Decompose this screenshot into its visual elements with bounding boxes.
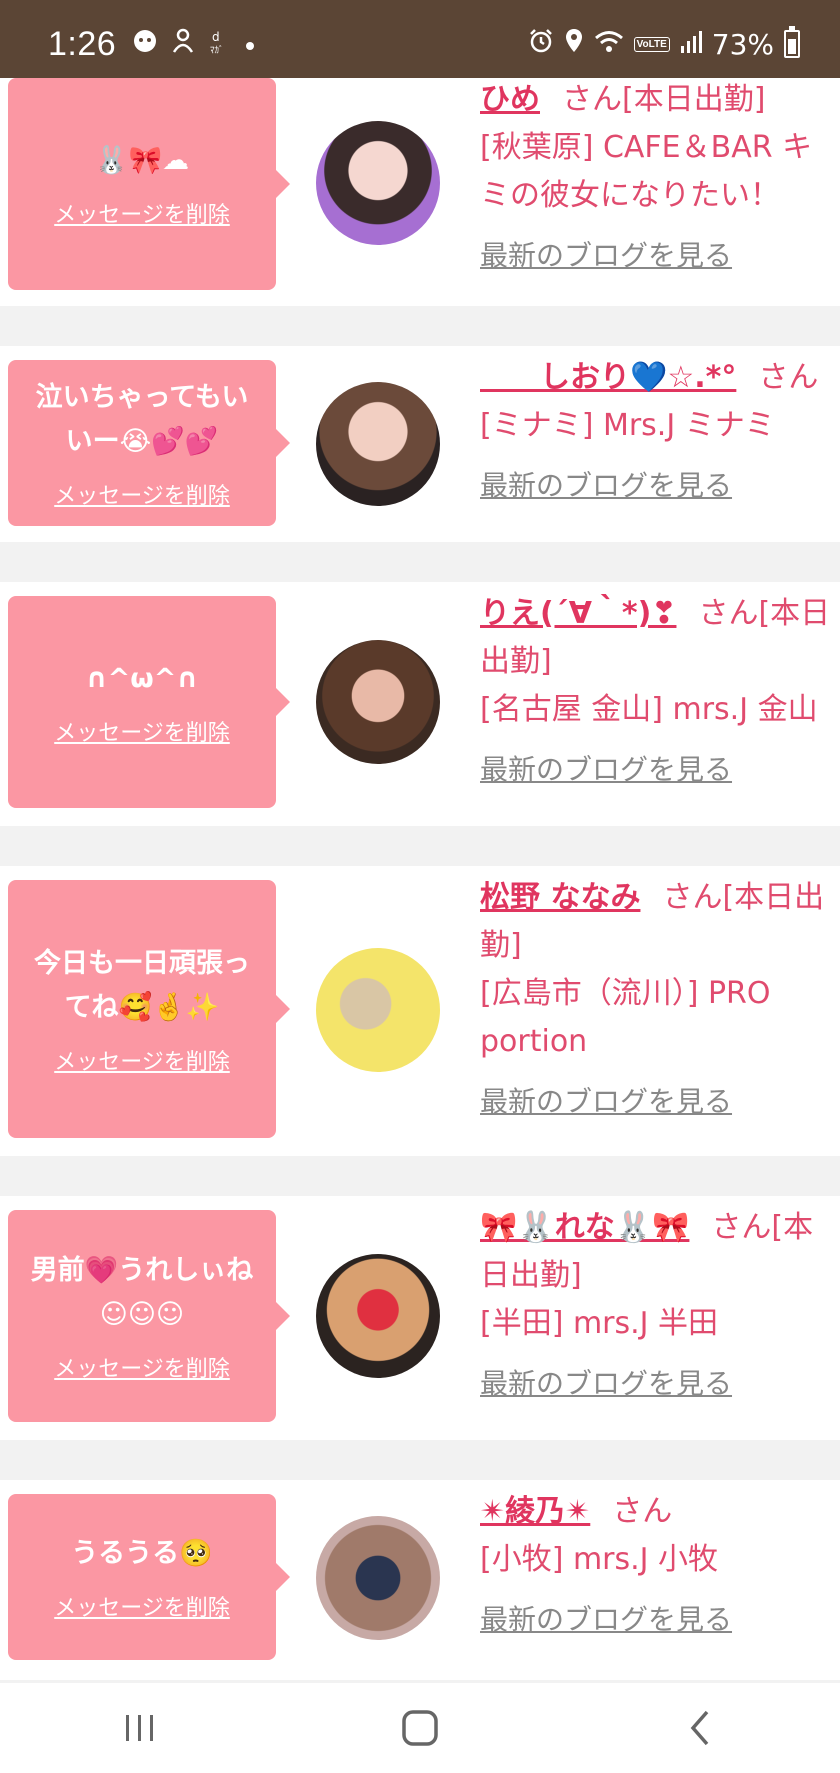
recent-apps-button[interactable] xyxy=(100,1698,180,1758)
delete-message-link[interactable]: メッセージを削除 xyxy=(54,1351,230,1383)
message-text: 男前💗うれしぃね☺☺☺ xyxy=(30,1255,254,1330)
home-icon xyxy=(402,1710,438,1746)
status-right: VoLTE 73% xyxy=(528,26,800,61)
svg-text:ﾏｶﾞ: ﾏｶﾞ xyxy=(210,45,224,55)
message-list: 🐰🎀☁ メッセージを削除 ひめ さん[本日出勤] [秋葉原] CAFE＆BAR キ… xyxy=(0,78,840,1720)
blog-link[interactable]: 最新のブログを見る xyxy=(480,1596,840,1644)
location-icon xyxy=(564,28,584,61)
message-bubble: 今日も一日頑張ってね🥰🤞✨ メッセージを削除 xyxy=(8,880,290,1138)
back-button[interactable] xyxy=(660,1698,740,1758)
dmagazine-icon: d ﾏｶﾞ xyxy=(208,27,230,62)
list-item: ∩^ω^∩ メッセージを削除 りえ(´∀｀*)❣ さん[本日出勤] [名古屋 金山… xyxy=(0,582,840,826)
cast-name-link[interactable]: りえ(´∀｀*)❣ xyxy=(480,596,676,631)
message-text: 🐰🎀☁ xyxy=(94,145,190,176)
dot-icon xyxy=(244,29,256,59)
avatar[interactable] xyxy=(316,1516,440,1640)
cast-name-link[interactable]: ひめ xyxy=(480,82,540,117)
cast-info: ✴綾乃✴ さん [小牧] mrs.J 小牧 最新のブログを見る xyxy=(480,1488,840,1644)
shop-name: [半田] mrs.J 半田 xyxy=(480,1306,719,1341)
clock: 1:26 xyxy=(48,24,117,63)
alarm-icon xyxy=(528,28,554,61)
home-button[interactable] xyxy=(380,1698,460,1758)
message-bubble: 男前💗うれしぃね☺☺☺ メッセージを削除 xyxy=(8,1210,290,1422)
list-item: 今日も一日頑張ってね🥰🤞✨ メッセージを削除 松野 ななみ さん[本日出勤] [広… xyxy=(0,866,840,1156)
message-text: 泣いちゃってもいいー😭💕💕 xyxy=(35,382,249,457)
blog-link[interactable]: 最新のブログを見る xyxy=(480,462,840,510)
message-bubble: 🐰🎀☁ メッセージを削除 xyxy=(8,78,290,290)
cast-suffix: さん xyxy=(758,360,819,395)
list-item: 男前💗うれしぃね☺☺☺ メッセージを削除 🎀🐰れな🐰🎀 さん[本日出勤] [半田]… xyxy=(0,1196,840,1440)
chat-app-icon xyxy=(132,28,158,61)
cast-info: ひめ さん[本日出勤] [秋葉原] CAFE＆BAR キミの彼女になりたい！ 最新… xyxy=(480,76,840,280)
cast-info: りえ(´∀｀*)❣ さん[本日出勤] [名古屋 金山] mrs.J 金山 最新のブ… xyxy=(480,590,840,794)
message-text: うるうる🥺 xyxy=(71,1538,213,1569)
message-bubble: 泣いちゃってもいいー😭💕💕 メッセージを削除 xyxy=(8,360,290,526)
person-icon xyxy=(172,28,194,61)
cast-info: しおり💙☆.*° さん [ミナミ] Mrs.J ミナミ 最新のブログを見る xyxy=(480,354,840,510)
cast-name-link[interactable]: ✴綾乃✴ xyxy=(480,1494,590,1529)
navigation-bar xyxy=(0,1683,840,1773)
shop-name: [ミナミ] Mrs.J ミナミ xyxy=(480,408,775,443)
blog-link[interactable]: 最新のブログを見る xyxy=(480,232,840,280)
avatar[interactable] xyxy=(316,382,440,506)
cast-name-link[interactable]: しおり💙☆.*° xyxy=(480,360,736,395)
cast-name-link[interactable]: 🎀🐰れな🐰🎀 xyxy=(480,1210,689,1245)
delete-message-link[interactable]: メッセージを削除 xyxy=(54,197,230,229)
avatar[interactable] xyxy=(316,121,440,245)
avatar[interactable] xyxy=(316,1254,440,1378)
list-item: 🐰🎀☁ メッセージを削除 ひめ さん[本日出勤] [秋葉原] CAFE＆BAR キ… xyxy=(0,78,840,306)
avatar[interactable] xyxy=(316,640,440,764)
wifi-icon xyxy=(594,28,624,61)
blog-link[interactable]: 最新のブログを見る xyxy=(480,746,840,794)
message-bubble: ∩^ω^∩ メッセージを削除 xyxy=(8,596,290,808)
shop-name: [名古屋 金山] mrs.J 金山 xyxy=(480,692,818,727)
message-text: 今日も一日頑張ってね🥰🤞✨ xyxy=(34,948,250,1023)
recent-apps-icon xyxy=(126,1715,153,1741)
signal-icon xyxy=(680,28,702,61)
cast-suffix: さん[本日出勤] xyxy=(562,82,766,117)
shop-name: [秋葉原] CAFE＆BAR キミの彼女になりたい！ xyxy=(480,130,813,213)
delete-message-link[interactable]: メッセージを削除 xyxy=(54,1590,230,1622)
shop-name: [広島市（流川）] PRO portion xyxy=(480,976,771,1059)
list-item: うるうる🥺 メッセージを削除 ✴綾乃✴ さん [小牧] mrs.J 小牧 最新のブ… xyxy=(0,1480,840,1680)
blog-link[interactable]: 最新のブログを見る xyxy=(480,1360,840,1408)
svg-text:d: d xyxy=(212,30,220,44)
cast-info: 🎀🐰れな🐰🎀 さん[本日出勤] [半田] mrs.J 半田 最新のブログを見る xyxy=(480,1204,840,1408)
cast-suffix: さん xyxy=(612,1494,673,1529)
message-text: ∩^ω^∩ xyxy=(85,663,199,694)
list-item: 泣いちゃってもいいー😭💕💕 メッセージを削除 しおり💙☆.*° さん [ミナミ] … xyxy=(0,346,840,542)
avatar[interactable] xyxy=(316,948,440,1072)
blog-link[interactable]: 最新のブログを見る xyxy=(480,1078,840,1126)
cast-name-link[interactable]: 松野 ななみ xyxy=(480,880,640,915)
delete-message-link[interactable]: メッセージを削除 xyxy=(54,478,230,510)
back-icon xyxy=(690,1710,709,1746)
volte-badge: VoLTE xyxy=(633,36,670,52)
notification-icons: d ﾏｶﾞ xyxy=(132,27,256,62)
shop-name: [小牧] mrs.J 小牧 xyxy=(480,1542,719,1577)
delete-message-link[interactable]: メッセージを削除 xyxy=(54,1044,230,1076)
status-bar: 1:26 d ﾏｶﾞ VoLTE 73% xyxy=(0,0,840,88)
battery-percent: 73% xyxy=(711,27,774,61)
battery-icon xyxy=(784,26,800,58)
message-bubble: うるうる🥺 メッセージを削除 xyxy=(8,1494,290,1660)
cast-info: 松野 ななみ さん[本日出勤] [広島市（流川）] PRO portion 最新の… xyxy=(480,874,840,1126)
delete-message-link[interactable]: メッセージを削除 xyxy=(54,715,230,747)
